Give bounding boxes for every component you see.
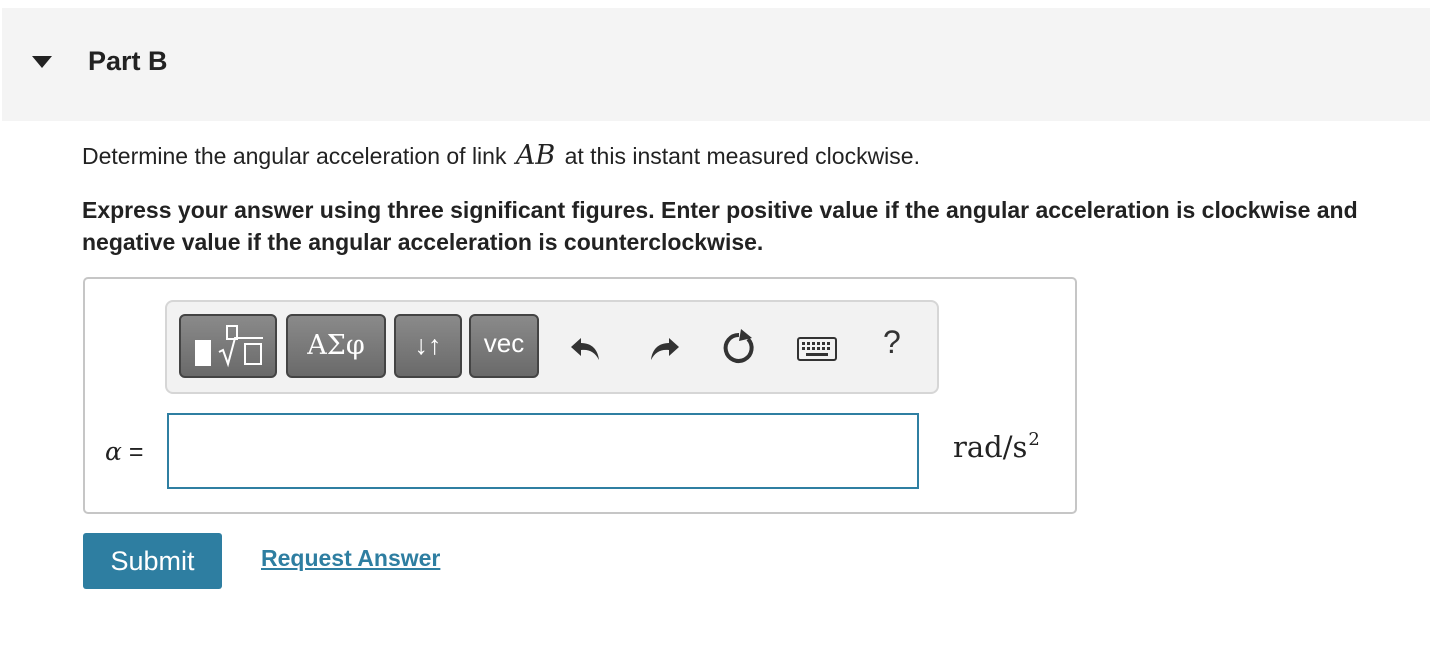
redo-icon[interactable] [643, 328, 683, 368]
reset-icon[interactable] [719, 328, 759, 368]
unit-base: rad/s [953, 430, 1028, 464]
arrows-label: ↓↑ [414, 330, 442, 360]
vec-label: vec [483, 328, 525, 358]
arrows-button[interactable]: ↓↑ [394, 314, 462, 378]
question-text: Determine the angular acceleration of li… [82, 140, 920, 171]
question-suffix: at this instant measured clockwise. [558, 143, 920, 169]
triangle-down-icon[interactable] [30, 53, 54, 71]
question-prefix: Determine the angular acceleration of li… [82, 143, 513, 169]
request-answer-link[interactable]: Request Answer [261, 545, 440, 572]
variable-label: α = [105, 437, 143, 467]
vec-button[interactable]: vec [469, 314, 539, 378]
answer-input[interactable] [167, 413, 919, 489]
undo-icon[interactable] [567, 328, 607, 368]
templates-button[interactable] [179, 314, 277, 378]
math-ab: AB [515, 140, 556, 171]
math-toolbar: ΑΣφ ↓↑ vec ? [165, 300, 939, 394]
keyboard-icon[interactable] [795, 328, 839, 368]
part-title: Part B [88, 46, 168, 76]
variable-equals: = [121, 438, 144, 466]
answer-instructions: Express your answer using three signific… [82, 197, 1358, 255]
greek-letters-label: ΑΣφ [307, 330, 365, 361]
answer-box: ΑΣφ ↓↑ vec ? α = rad/s2 [83, 277, 1077, 514]
unit-exponent: 2 [1028, 429, 1040, 450]
help-button[interactable]: ? [883, 324, 901, 361]
submit-button[interactable]: Submit [83, 533, 222, 589]
templates-icon [195, 325, 263, 368]
variable-symbol: α [105, 437, 122, 466]
greek-letters-button[interactable]: ΑΣφ [286, 314, 386, 378]
unit-label: rad/s2 [953, 429, 1040, 464]
part-header: Part B [2, 8, 1430, 121]
